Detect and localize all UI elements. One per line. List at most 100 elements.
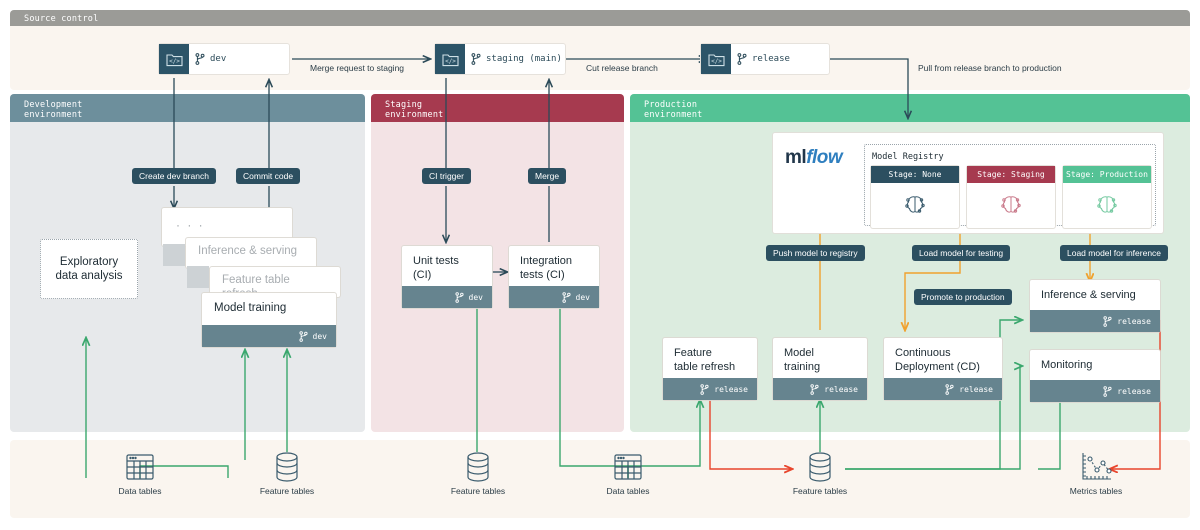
code-folder-icon: </> <box>435 44 465 74</box>
dev-card-branch-label: dev <box>312 331 327 341</box>
staging-card-unit-line1: Unit tests <box>413 255 459 267</box>
prod-card-cd-footer: release <box>884 378 1002 400</box>
git-branch-icon <box>700 383 709 395</box>
repo-chip-release[interactable]: </> release <box>700 43 830 75</box>
git-branch-icon <box>298 330 308 342</box>
prod-card-cd-branch: release <box>959 384 993 394</box>
prod-card-training-line1: Model <box>784 347 814 359</box>
staging-label-line2: environment <box>385 110 444 120</box>
staging-card-unit-branch: dev <box>468 292 483 302</box>
store-feature-tables-prod[interactable]: Feature tables <box>789 450 851 496</box>
mlflow-logo: mlflow <box>785 147 843 169</box>
git-branch-icon <box>561 291 571 303</box>
store-data-tables-prod[interactable]: Data tables <box>598 450 658 496</box>
metrics-chart-icon <box>1082 453 1112 480</box>
repo-chip-dev[interactable]: </> dev <box>158 43 290 75</box>
prod-card-inference-serving[interactable]: Inference & serving release <box>1030 280 1160 332</box>
svg-text:</>: </> <box>711 58 722 65</box>
staging-card-unit-footer: dev <box>402 286 492 308</box>
caption-merge-request: Merge request to staging <box>310 63 405 73</box>
staging-card-integration-tests[interactable]: Integration tests (CI) dev <box>509 246 599 308</box>
store-feature-tables-dev[interactable]: Feature tables <box>256 450 318 496</box>
mlops-architecture-diagram: Source control Development environment S… <box>0 0 1200 530</box>
staging-card-unit-tests[interactable]: Unit tests (CI) dev <box>402 246 492 308</box>
prod-card-monitoring-footer: release <box>1030 380 1160 402</box>
dev-card-branch-footer: dev <box>202 325 336 347</box>
prod-card-inference-line1: Inference & serving <box>1041 289 1136 301</box>
repo-label-release: release <box>752 54 790 64</box>
store-metrics-tables[interactable]: Metrics tables <box>1065 450 1127 496</box>
git-branch-icon <box>195 53 205 65</box>
staging-card-integration-line1: Integration <box>520 255 572 267</box>
dev-card-model-training[interactable]: Model training dev <box>202 293 336 347</box>
staging-card-unit-line2: (CI) <box>413 269 432 281</box>
store-label-feature-tables-prod: Feature tables <box>792 486 848 496</box>
pill-create-dev-branch[interactable]: Create dev branch <box>132 168 216 184</box>
store-label-feature-tables-dev: Feature tables <box>259 486 315 496</box>
model-registry-title: Model Registry <box>872 152 944 162</box>
store-data-tables-dev[interactable]: Data tables <box>110 450 170 496</box>
git-branch-icon <box>1103 315 1112 327</box>
git-branch-icon <box>737 53 747 65</box>
pill-load-model-for-inference[interactable]: Load model for inference <box>1060 245 1169 261</box>
mlflow-logo-ml: ml <box>785 147 807 168</box>
prod-card-monitoring[interactable]: Monitoring release <box>1030 350 1160 402</box>
store-label-metrics-tables: Metrics tables <box>1069 486 1123 496</box>
staging-header: Staging environment <box>371 94 624 122</box>
git-branch-icon <box>454 291 464 303</box>
dev-stack-card-inference[interactable]: Inference & serving <box>186 238 316 268</box>
development-label-line1: Development <box>24 100 83 110</box>
svg-text:</>: </> <box>445 58 456 65</box>
database-icon <box>467 452 489 482</box>
model-brain-icon <box>967 183 1055 228</box>
registry-stage-production-label: Stage: Production <box>1063 166 1151 183</box>
prod-card-feature-footer: release <box>663 378 757 400</box>
pill-commit-code[interactable]: Commit code <box>236 168 301 184</box>
pill-promote-to-production[interactable]: Promote to production <box>914 289 1012 305</box>
prod-card-training-footer: release <box>773 378 867 400</box>
git-branch-icon <box>810 383 819 395</box>
prod-card-continuous-deployment[interactable]: Continuous Deployment (CD) release <box>884 338 1002 400</box>
ellipsis-label: · · · <box>176 218 205 232</box>
prod-card-feature-line1: Feature <box>674 347 712 359</box>
production-label-line2: environment <box>644 110 703 120</box>
prod-card-training-line2: training <box>784 361 821 373</box>
registry-stage-production[interactable]: Stage: Production <box>1063 166 1151 228</box>
prod-card-inference-footer: release <box>1030 310 1160 332</box>
dev-stack-marker-2 <box>187 266 209 288</box>
staging-label-line1: Staging <box>385 100 423 110</box>
table-icon <box>126 454 154 480</box>
dev-stack-marker-1 <box>163 244 185 266</box>
prod-card-inference-branch: release <box>1117 316 1151 326</box>
store-label-data-tables-prod: Data tables <box>606 486 650 496</box>
svg-text:</>: </> <box>169 58 180 65</box>
store-feature-tables-staging[interactable]: Feature tables <box>447 450 509 496</box>
store-label-data-tables-dev: Data tables <box>118 486 162 496</box>
pill-push-model-to-registry[interactable]: Push model to registry <box>766 245 865 261</box>
eda-line1: Exploratory <box>59 256 119 268</box>
prod-card-model-training[interactable]: Model training release <box>773 338 867 400</box>
prod-card-cd-line2: Deployment (CD) <box>895 361 980 373</box>
pill-load-model-for-testing[interactable]: Load model for testing <box>912 245 1011 261</box>
mlflow-logo-flow: flow <box>806 147 843 168</box>
staging-card-integration-footer: dev <box>509 286 599 308</box>
code-folder-icon: </> <box>159 44 189 74</box>
pill-merge[interactable]: Merge <box>528 168 567 184</box>
prod-card-feature-table-refresh[interactable]: Feature table refresh release <box>663 338 757 400</box>
prod-card-feature-line2: table refresh <box>674 361 736 373</box>
production-header: Production environment <box>630 94 1190 122</box>
prod-card-feature-branch: release <box>714 384 748 394</box>
table-icon <box>614 454 642 480</box>
caption-cut-release: Cut release branch <box>586 63 658 73</box>
registry-stage-staging[interactable]: Stage: Staging <box>967 166 1055 228</box>
store-label-feature-tables-staging: Feature tables <box>450 486 506 496</box>
pill-ci-trigger[interactable]: CI trigger <box>422 168 471 184</box>
production-label-line1: Production <box>644 100 698 110</box>
git-branch-icon <box>945 383 954 395</box>
repo-label-staging: staging (main) <box>486 54 562 64</box>
repo-chip-staging[interactable]: </> staging (main) <box>434 43 566 75</box>
database-icon <box>809 452 831 482</box>
source-control-header: Source control <box>10 10 1190 26</box>
registry-stage-none[interactable]: Stage: None <box>871 166 959 228</box>
exploratory-data-analysis-box[interactable]: Exploratory data analysis <box>40 239 138 299</box>
